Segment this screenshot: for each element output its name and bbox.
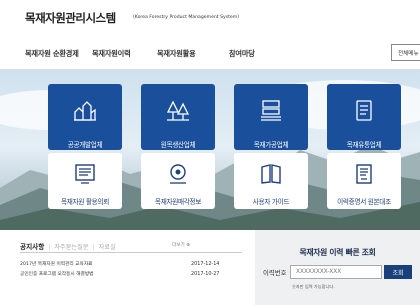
notice-item-date: 2017-12-14 [191,261,220,267]
notice-board: 공지사항 | 자주묻는질문 | 자료실 더보기 ⊕ 2017년 목재자원 이력관리 교육… [0,230,255,305]
tile-label: 목재가공업체 [253,141,289,149]
tile-label: 목재자원매각정보 [154,198,202,206]
tile-wood-distributor[interactable]: 목재유통업체 [327,84,401,150]
book-icon [261,164,281,184]
tab-archive[interactable]: 자료실 [99,244,116,251]
tile-label: 원목생산업체 [160,141,196,149]
main-nav: 목재자원 순환경제 목재자원이력 목재자원활용 참여마당 전체메뉴 [0,34,420,70]
trees-icon [166,100,190,121]
tile-label: 이력증명서 원본대조 [337,198,391,206]
lookup-label: 이력번호 [263,269,287,277]
tab-notice[interactable]: 공지사항 [20,243,44,251]
all-menu-button[interactable]: 전체메뉴 [391,44,420,61]
tile-label: 사용자 가이드 [252,198,290,206]
tile-user-guide[interactable]: 사용자 가이드 [234,153,308,209]
quick-lookup-panel: 목재자원 이력 빠른 조회 이력번호 XXXXXXXX-XXX 조회 숫자만 입… [255,230,420,305]
tile-log-producer[interactable]: 원목생산업체 [141,84,215,150]
tab-separator: | [48,244,51,251]
notice-item-title[interactable]: 2017년 목재자원 이력관리 교육자료 [20,261,92,267]
lookup-note: 숫자만 입력 가능합니다. [292,284,335,289]
location-pin-icon [170,164,186,184]
document-icon [356,100,372,121]
factory-icon [261,100,281,121]
notice-item-date: 2017-10-27 [191,271,220,277]
screen-list-icon [75,164,95,184]
tile-public-developer[interactable]: 공공개발업체 [48,84,122,150]
nav-item-participation[interactable]: 참여마당 [229,49,255,59]
history-number-input[interactable]: XXXXXXXX-XXX [290,265,382,279]
tile-label: 목재자원 활용의뢰 [61,198,109,206]
tile-sale-info[interactable]: 목재자원매각정보 [141,153,215,209]
more-link[interactable]: 더보기 ⊕ [172,242,190,248]
tab-separator: | [92,244,95,251]
notice-tabs: 공지사항 | 자주묻는질문 | 자료실 [20,241,116,251]
hero-banner: 공공개발업체 원목생산업체 목재가공업체 목재유통업체 목재자원 활용의뢰 목재… [0,70,420,230]
tile-label: 목재유통업체 [346,141,382,149]
tile-certificate-check[interactable]: 이력증명서 원본대조 [327,153,401,209]
tile-usage-request[interactable]: 목재자원 활용의뢰 [48,153,122,209]
nav-item-usage[interactable]: 목재자원활용 [157,49,196,59]
building-icon [74,101,96,121]
tile-wood-processor[interactable]: 목재가공업체 [234,84,308,150]
certificate-icon [356,164,372,184]
site-header: 목재자원관리시스템 (Korea Forestry Product Manage… [0,0,420,34]
nav-item-history[interactable]: 목재자원이력 [92,49,131,59]
site-subtitle: (Korea Forestry Product Management Syste… [133,15,239,20]
tab-faq[interactable]: 자주묻는질문 [54,244,88,251]
nav-item-circular-economy[interactable]: 목재자원 순환경제 [25,49,79,59]
site-title[interactable]: 목재자원관리시스템 [25,10,116,26]
notice-item-title[interactable]: 공인인증 프로그램 오작동시 해결방법 [20,271,93,277]
tile-label: 공공개발업체 [67,141,103,149]
divider [20,252,242,253]
lookup-title: 목재자원 이력 빠른 조회 [299,248,376,257]
lookup-button[interactable]: 조회 [384,265,412,279]
